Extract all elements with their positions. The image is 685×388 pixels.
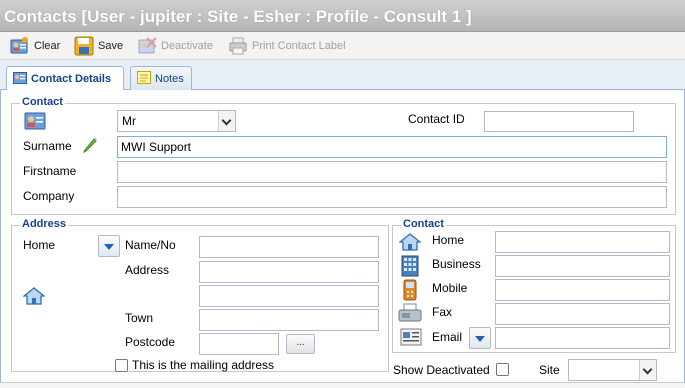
email-card-icon	[400, 328, 422, 349]
mobile-phone-field[interactable]	[495, 279, 670, 301]
address-line2-field[interactable]	[199, 285, 379, 307]
printer-icon	[228, 36, 248, 56]
tab-contact-details-label: Contact Details	[31, 73, 112, 85]
fax-machine-icon	[398, 303, 422, 326]
site-select[interactable]	[568, 359, 657, 381]
show-deactivated-checkbox[interactable]	[496, 363, 509, 376]
grid-header-strip	[0, 382, 685, 388]
address-type-dropdown-button[interactable]	[98, 235, 120, 257]
fax-label: Fax	[432, 305, 453, 319]
pencil-edit-icon	[82, 137, 98, 156]
email-type-dropdown-button[interactable]	[469, 327, 491, 349]
chevron-down-icon	[639, 360, 656, 380]
business-phone-label: Business	[432, 257, 481, 271]
home-phone-field[interactable]	[495, 231, 670, 253]
deactivate-contact-icon	[137, 36, 157, 56]
contact-legend: Contact	[20, 96, 65, 108]
notes-icon	[137, 70, 151, 87]
mailing-address-checkbox[interactable]	[115, 359, 128, 372]
address-line1-field[interactable]	[199, 261, 379, 283]
fax-field[interactable]	[495, 303, 670, 325]
firstname-label: Firstname	[23, 164, 77, 178]
email-label: Email	[432, 330, 463, 344]
site-label: Site	[539, 363, 560, 377]
address-legend: Address	[20, 218, 69, 230]
address-label: Address	[125, 263, 170, 277]
town-label: Town	[125, 311, 154, 325]
print-contact-label-label: Print Contact Label	[252, 40, 346, 52]
tab-notes-label: Notes	[155, 72, 184, 85]
save-button[interactable]: Save	[74, 36, 123, 56]
address-type-label: Home	[23, 238, 56, 252]
tab-contact-details[interactable]: Contact Details	[6, 66, 124, 91]
surname-label: Surname	[23, 139, 72, 153]
mobile-phone-icon	[403, 279, 417, 304]
contact-card-icon	[24, 111, 46, 134]
deactivate-label: Deactivate	[161, 40, 213, 52]
show-deactivated-label: Show Deactivated	[393, 363, 490, 377]
firstname-field[interactable]	[117, 161, 667, 183]
contact-card-icon	[13, 71, 27, 87]
floppy-disk-save-icon	[74, 36, 94, 56]
mailing-address-label: This is the mailing address	[132, 358, 275, 372]
contact-card-clear-icon	[10, 36, 30, 56]
contact-numbers-fieldset: Contact Home Business Mobile Fax Email	[392, 218, 676, 353]
company-label: Company	[23, 189, 75, 203]
save-label: Save	[98, 40, 124, 52]
business-phone-field[interactable]	[495, 255, 670, 277]
window-title: Contacts [User - jupiter : Site - Esher …	[0, 0, 685, 32]
clear-label: Clear	[34, 40, 61, 52]
chevron-down-icon	[218, 111, 235, 131]
name-no-label: Name/No	[125, 238, 176, 252]
contact-details-panel: Contact Mr Contact ID Surname Firstname	[0, 90, 685, 388]
mobile-phone-label: Mobile	[432, 281, 468, 295]
office-building-icon	[400, 255, 420, 280]
toolbar: Clear Save Deactivate Print Contact Labe…	[0, 32, 685, 60]
address-fieldset: Address Home Name/No Address Town Postco…	[11, 218, 389, 372]
tab-notes[interactable]: Notes	[130, 66, 192, 90]
surname-field[interactable]	[117, 136, 667, 158]
deactivate-button[interactable]: Deactivate	[137, 36, 213, 56]
company-field[interactable]	[117, 186, 667, 208]
postcode-label: Postcode	[125, 335, 176, 349]
contact-fieldset: Contact Mr Contact ID Surname Firstname	[11, 96, 676, 215]
contact-id-field[interactable]	[484, 111, 634, 132]
house-icon	[22, 286, 46, 309]
email-field[interactable]	[495, 327, 670, 349]
contact-numbers-legend: Contact	[401, 218, 446, 230]
postcode-lookup-button[interactable]: ...	[286, 334, 315, 354]
home-phone-label: Home	[432, 233, 465, 247]
town-field[interactable]	[199, 309, 379, 331]
tab-strip: Contact Details Notes	[0, 60, 685, 91]
house-icon	[398, 232, 422, 255]
name-no-field[interactable]	[199, 236, 379, 258]
title-select[interactable]: Mr	[117, 110, 236, 132]
postcode-field[interactable]	[199, 333, 279, 355]
print-contact-label-button[interactable]: Print Contact Label	[228, 36, 346, 56]
contact-id-label: Contact ID	[408, 112, 465, 126]
clear-button[interactable]: Clear	[10, 36, 60, 56]
title-select-value: Mr	[122, 114, 136, 128]
